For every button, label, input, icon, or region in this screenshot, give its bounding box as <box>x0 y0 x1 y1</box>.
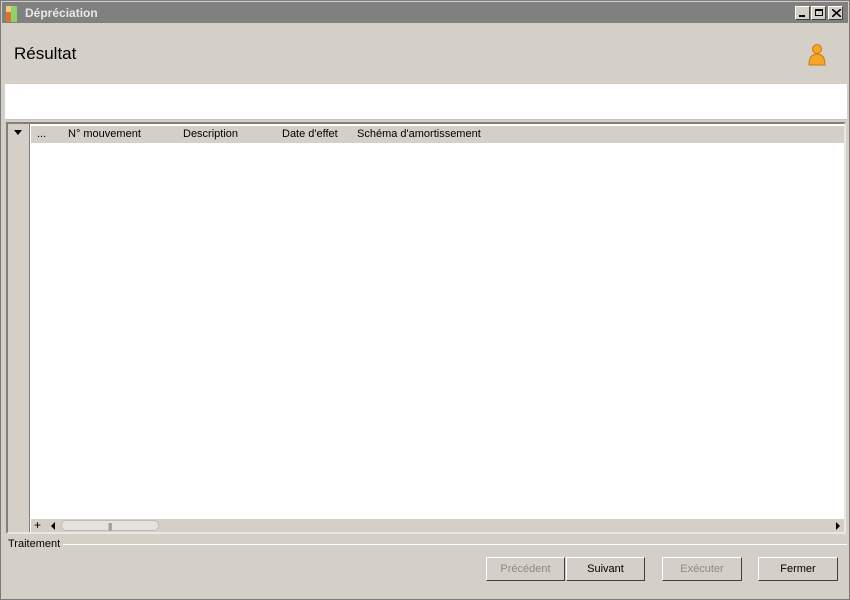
column-header-more[interactable]: ... <box>37 128 46 140</box>
add-row-icon[interactable]: + <box>34 518 41 532</box>
scroll-grip-icon: ||| <box>108 522 112 531</box>
minimize-button[interactable] <box>795 6 810 20</box>
grid-footer: + ||| <box>31 518 844 532</box>
minimize-icon <box>799 15 805 17</box>
dropdown-arrow-icon[interactable] <box>14 130 22 135</box>
page-title: Résultat <box>14 44 77 63</box>
next-button[interactable]: Suivant <box>566 557 645 581</box>
column-header-effective-date[interactable]: Date d'effet <box>282 128 338 140</box>
close-icon <box>832 9 841 17</box>
window-title: Dépréciation <box>25 6 98 20</box>
user-icon[interactable] <box>807 43 827 67</box>
window: Dépréciation Résultat ... N° mouvement D… <box>0 0 850 600</box>
traitement-label: Traitement <box>8 538 61 550</box>
title-bar[interactable]: Dépréciation <box>2 2 848 23</box>
close-window-button[interactable] <box>828 6 843 20</box>
execute-button[interactable]: Exécuter <box>662 557 742 581</box>
row-selector-column <box>8 124 30 532</box>
column-header-description[interactable]: Description <box>183 128 238 140</box>
scroll-left-button[interactable] <box>47 519 60 532</box>
traitement-divider <box>63 544 847 545</box>
horizontal-scrollbar-thumb[interactable]: ||| <box>61 520 159 531</box>
page-header: Résultat <box>2 23 848 83</box>
result-grid[interactable]: ... N° mouvement Description Date d'effe… <box>6 122 846 534</box>
scroll-right-button[interactable] <box>831 519 844 532</box>
info-panel <box>5 84 847 120</box>
maximize-button[interactable] <box>811 6 826 20</box>
column-header-movement-number[interactable]: N° mouvement <box>68 128 141 140</box>
close-button[interactable]: Fermer <box>758 557 838 581</box>
grid-header: ... N° mouvement Description Date d'effe… <box>31 126 844 143</box>
maximize-icon <box>815 9 823 16</box>
column-header-depreciation-schema[interactable]: Schéma d'amortissement <box>357 128 481 140</box>
previous-button[interactable]: Précédent <box>486 557 565 581</box>
app-icon <box>6 6 22 22</box>
